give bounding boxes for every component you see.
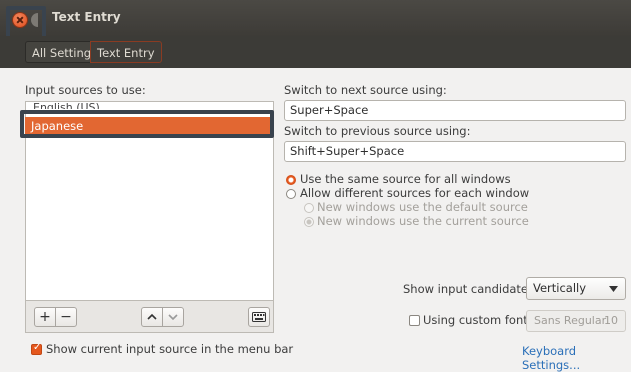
input-candidates-label: Show input candidates:	[403, 282, 538, 296]
different-source-radio[interactable]	[286, 189, 296, 199]
show-in-menubar-checkbox[interactable]	[31, 342, 42, 355]
move-down-button[interactable]	[162, 307, 184, 327]
default-source-label: New windows use the default source	[317, 200, 528, 214]
input-candidates-value: Vertically	[533, 281, 587, 295]
font-chooser-button: Sans Regular 10	[526, 310, 626, 332]
custom-font-label: Using custom font:	[423, 313, 532, 327]
next-source-shortcut-field[interactable]: Super+Space	[284, 100, 626, 121]
input-candidates-dropdown[interactable]: Vertically	[526, 277, 626, 300]
list-item-english[interactable]: English (US)	[33, 101, 100, 109]
font-name: Sans Regular	[534, 314, 607, 327]
same-source-radio[interactable]	[286, 175, 296, 185]
keyboard-settings-link[interactable]: Keyboard Settings...	[522, 344, 631, 372]
previous-source-shortcut-field[interactable]: Shift+Super+Space	[284, 141, 626, 162]
window-title: Text Entry	[52, 10, 121, 24]
next-source-label: Switch to next source using:	[284, 83, 447, 97]
remove-source-button[interactable]: −	[55, 307, 77, 327]
breadcrumb-text-entry[interactable]: Text Entry	[90, 41, 162, 63]
highlight-japanese-item	[20, 110, 274, 138]
chevron-up-icon	[147, 313, 157, 320]
different-source-label[interactable]: Allow different sources for each window	[300, 186, 529, 200]
move-up-button[interactable]	[141, 307, 163, 327]
default-source-radio	[304, 203, 314, 213]
current-source-radio	[304, 217, 314, 227]
chevron-down-icon	[168, 314, 178, 321]
dropdown-arrow-icon	[609, 286, 618, 292]
keyboard-icon	[252, 312, 266, 322]
show-keyboard-layout-button[interactable]	[248, 307, 270, 327]
add-source-button[interactable]: +	[34, 307, 56, 327]
previous-source-label: Switch to previous source using:	[284, 124, 471, 138]
custom-font-checkbox[interactable]	[409, 315, 420, 326]
font-size: 10	[604, 314, 618, 327]
input-sources-heading: Input sources to use:	[25, 83, 146, 97]
show-in-menubar-label: Show current input source in the menu ba…	[46, 342, 294, 356]
same-source-label[interactable]: Use the same source for all windows	[300, 172, 511, 186]
current-source-label: New windows use the current source	[317, 214, 529, 228]
